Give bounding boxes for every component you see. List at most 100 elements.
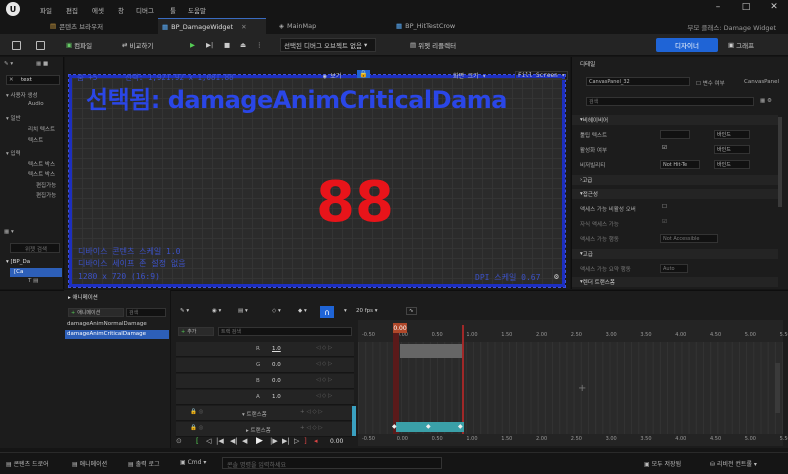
playhead-time[interactable]: 0.00 xyxy=(393,323,407,333)
curve-editor-icon[interactable]: ∿ xyxy=(406,307,417,315)
details-scrollbar[interactable] xyxy=(778,117,782,207)
palette-search-input[interactable]: ✕ text xyxy=(6,75,60,85)
timeline-scrollbar[interactable] xyxy=(775,363,780,413)
track-search-input[interactable]: 트랙 검색 xyxy=(218,327,352,336)
hierarchy-search-input[interactable]: 위젯 검색 xyxy=(10,243,60,253)
playhead[interactable] xyxy=(393,325,399,437)
stop-icon[interactable]: ■ xyxy=(224,38,230,52)
track-row-r[interactable]: R 1.0 ◁ ◇ ▷ xyxy=(176,342,354,357)
keyframe-mid-icon[interactable]: ◆ xyxy=(426,423,431,430)
hierarchy-menu-icon[interactable]: ▦ ▾ xyxy=(4,229,14,235)
palette-item-text-box[interactable]: 텍스트 박스 xyxy=(28,160,55,168)
add-track-button[interactable]: + 추가 xyxy=(178,327,214,336)
fps-dropdown[interactable]: 20 fps ▾ xyxy=(356,308,378,314)
lock-track-icon[interactable]: 🔒 ◎ xyxy=(190,409,203,415)
debug-object-select[interactable]: 선택된 디버그 오브젝트 없음 ▾ xyxy=(280,38,376,52)
menu-help[interactable]: 도움말 xyxy=(188,5,206,15)
visibility-bind-dropdown[interactable]: 바인드 xyxy=(714,160,750,169)
key-nav-icon[interactable]: ◁ ◇ ▷ xyxy=(316,361,332,367)
key-nav-icon[interactable]: ◁ ◇ ▷ xyxy=(316,345,332,351)
time-ruler[interactable]: -0.50 0.00 0.50 1.00 1.50 2.00 2.50 3.00 3.50 4.0… xyxy=(358,320,788,342)
output-log-button[interactable]: ▤ 출력 로그 xyxy=(128,459,160,468)
menu-tools[interactable]: 툴 xyxy=(170,5,176,15)
animation-item-critical[interactable]: damageAnimCriticalDamage xyxy=(65,330,169,339)
palette-item-audio[interactable]: Audio xyxy=(28,101,44,107)
menu-edit[interactable]: 편집 xyxy=(66,5,78,15)
loop-icon[interactable]: ⊙ xyxy=(176,437,182,445)
browse-icon[interactable] xyxy=(36,38,45,52)
close-tab-icon[interactable]: ✕ xyxy=(241,23,246,31)
is-variable-checkbox[interactable]: ☐ 변수 여부 xyxy=(696,79,725,87)
go-end-icon[interactable]: ▶| xyxy=(282,437,290,445)
tab-mainmap[interactable]: ◈ MainMap xyxy=(275,18,375,34)
palette-menu-icon[interactable]: ✎ ▾ xyxy=(4,61,13,67)
hierarchy-root[interactable]: ▾ [BP_Da xyxy=(6,259,30,265)
view-dropdown[interactable]: ◉ 보기 xyxy=(323,71,341,80)
key-options-icon[interactable]: ◇ ▾ xyxy=(272,308,281,314)
magnet-snap-icon[interactable]: ∩ xyxy=(320,306,334,318)
step-back-icon[interactable]: ◀| xyxy=(230,437,238,445)
play-icon[interactable]: ▶ xyxy=(256,436,263,446)
damage-number-text[interactable]: 88 xyxy=(316,170,394,235)
transform-expand[interactable]: ▾ 트랜스폼 xyxy=(242,410,267,418)
palette-item-editable[interactable]: 편집가능 xyxy=(36,181,56,189)
clear-icon[interactable]: ✕ xyxy=(9,77,14,83)
section-accessibility[interactable]: ▾ 접근성 xyxy=(572,189,778,199)
tab-content-browser[interactable]: ▤ 콘텐츠 브라우저 xyxy=(46,18,156,34)
minimize-icon[interactable]: – xyxy=(704,2,732,12)
snap-icon[interactable]: ◆ ▾ xyxy=(298,308,307,314)
tab-bp-damagewidget[interactable]: ▦ BP_DamageWidget ✕ xyxy=(158,18,266,34)
menu-window[interactable]: 창 xyxy=(118,5,124,15)
step-forward-icon[interactable]: |▶ xyxy=(270,437,278,445)
channel-value[interactable]: 0.0 xyxy=(272,362,281,368)
console-input[interactable]: 콘솔 명령을 입력하세요 xyxy=(222,457,442,469)
key-section-bar[interactable] xyxy=(400,344,464,358)
fill-screen-dropdown[interactable]: Fill Screen ▾ xyxy=(515,71,568,80)
add-key-icon[interactable]: + ◁ ◇ ▷ xyxy=(300,425,323,431)
prev-key-icon[interactable]: ◁ xyxy=(206,437,211,445)
component-name-field[interactable]: CanvasPanel_32 xyxy=(586,77,690,86)
section-behavior[interactable]: ▾ 비헤이비어 xyxy=(572,115,778,125)
keyframe-end-icon[interactable]: ◆ xyxy=(458,423,463,430)
current-time-field[interactable]: 0.00 xyxy=(330,438,343,445)
transform2-expand[interactable]: ▸ 트랜스폼 xyxy=(246,426,271,434)
compile-button[interactable]: ▣ 컴파일 xyxy=(66,38,92,52)
track-row-transform[interactable]: 🔒 ◎ ▾ 트랜스폼 + ◁ ◇ ▷ xyxy=(176,406,354,421)
animation-search-input[interactable]: 검색 xyxy=(126,308,166,317)
anim-drawer-button[interactable]: ▤ 애니메이션 xyxy=(72,459,107,468)
section-render-transform[interactable]: ▾ 렌더 트랜스폼 xyxy=(572,277,778,287)
hierarchy-canvas-row[interactable]: [Ca xyxy=(10,268,62,277)
category-user-created[interactable]: ▾ 사용자 생성 xyxy=(6,91,38,99)
hierarchy-text-row[interactable]: T ▤ xyxy=(28,278,38,284)
play-button[interactable]: ▶ xyxy=(190,38,195,52)
overrides-checkbox[interactable]: ☐ xyxy=(662,204,667,210)
revision-control-button[interactable]: ⛁ 리비전 컨트롤 ▾ xyxy=(710,459,757,468)
channel-value[interactable]: 1.0 xyxy=(272,346,281,352)
play-options-icon[interactable]: ⋮ xyxy=(256,38,263,52)
diff-button[interactable]: ⇄ 비교하기 xyxy=(122,38,153,52)
tooltip-bind-dropdown[interactable]: 바인드 xyxy=(714,130,750,139)
track-row-a[interactable]: A 1.0 ◁ ◇ ▷ xyxy=(176,390,354,405)
palette-item-text-box-multi[interactable]: 텍스트 박스 xyxy=(28,170,55,178)
content-drawer-button[interactable]: ▤ 콘텐츠 드로어 xyxy=(6,459,49,468)
keyframe-start-icon[interactable]: ◆ xyxy=(392,423,397,430)
add-key-icon[interactable]: + ◁ ◇ ▷ xyxy=(300,409,323,415)
transform-tool-icon[interactable]: ✎ ▾ xyxy=(180,308,189,314)
close-window-icon[interactable]: ✕ xyxy=(760,2,788,12)
lock-track-icon[interactable]: 🔒 ◎ xyxy=(190,425,203,431)
set-end-icon[interactable]: ] xyxy=(304,437,307,445)
palette-item-rich-text[interactable]: 리치 텍스트 xyxy=(28,125,55,133)
reverse-icon[interactable]: ◀ xyxy=(242,437,247,445)
category-input[interactable]: ▾ 입력 xyxy=(6,149,21,157)
enabled-bind-dropdown[interactable]: 바인드 xyxy=(714,145,750,154)
snap-dropdown[interactable]: ▾ xyxy=(344,308,347,314)
lock-icon[interactable]: 🔒 xyxy=(357,70,370,78)
enabled-checkbox[interactable]: ☑ xyxy=(662,145,667,151)
designer-mode-button[interactable]: 디자이너 xyxy=(656,38,718,52)
tooltip-field[interactable] xyxy=(660,130,690,139)
playback-options-icon[interactable]: ▤ ▾ xyxy=(238,308,248,314)
palette-item-text[interactable]: 텍스트 xyxy=(28,136,43,144)
category-common[interactable]: ▾ 일반 xyxy=(6,114,21,122)
key-nav-icon[interactable]: ◁ ◇ ▷ xyxy=(316,377,332,383)
cmd-dropdown[interactable]: ▣ Cmd ▾ xyxy=(180,459,206,466)
